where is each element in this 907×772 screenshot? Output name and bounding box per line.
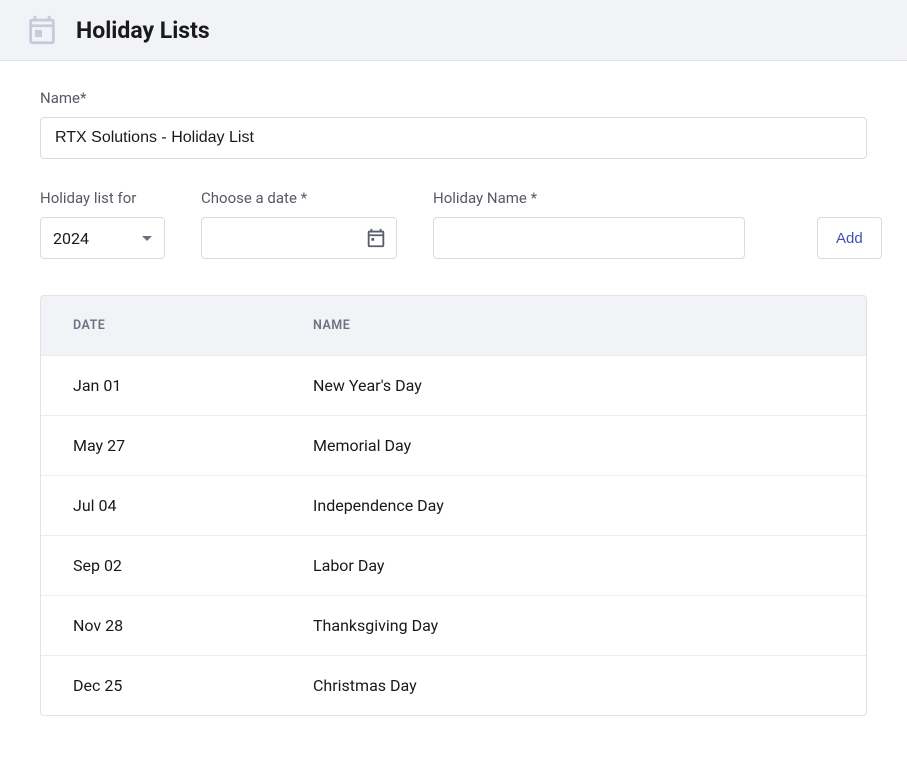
holiday-name-label: Holiday Name *	[433, 189, 745, 207]
cell-name: Christmas Day	[313, 676, 834, 695]
table-header-row: DATE NAME	[41, 296, 866, 355]
content-area: Name* Holiday list for 2024 Choose a dat…	[0, 61, 907, 744]
year-field-group: Holiday list for 2024	[40, 189, 165, 259]
calendar-icon	[24, 12, 60, 48]
name-field-group: Name*	[40, 89, 867, 159]
cell-date: Dec 25	[73, 676, 313, 695]
column-header-name: NAME	[313, 318, 834, 333]
year-value: 2024	[53, 229, 89, 248]
cell-name: Labor Day	[313, 556, 834, 575]
cell-date: Nov 28	[73, 616, 313, 635]
cell-date: Sep 02	[73, 556, 313, 575]
chevron-down-icon	[142, 236, 152, 241]
year-select[interactable]: 2024	[40, 217, 165, 259]
date-input[interactable]	[201, 217, 397, 259]
date-field-group: Choose a date *	[201, 189, 397, 259]
holiday-table: DATE NAME Jan 01New Year's DayMay 27Memo…	[40, 295, 867, 716]
cell-date: Jul 04	[73, 496, 313, 515]
name-label: Name*	[40, 89, 867, 107]
table-row: Sep 02Labor Day	[41, 535, 866, 595]
cell-name: Thanksgiving Day	[313, 616, 834, 635]
name-input[interactable]	[40, 117, 867, 159]
holiday-name-input[interactable]	[433, 217, 745, 259]
date-input-wrap	[201, 217, 397, 259]
table-row: Jan 01New Year's Day	[41, 355, 866, 415]
table-row: May 27Memorial Day	[41, 415, 866, 475]
holiday-name-field-group: Holiday Name *	[433, 189, 745, 259]
cell-name: New Year's Day	[313, 376, 834, 395]
column-header-date: DATE	[73, 318, 313, 333]
cell-date: Jan 01	[73, 376, 313, 395]
table-row: Jul 04Independence Day	[41, 475, 866, 535]
cell-date: May 27	[73, 436, 313, 455]
table-row: Dec 25Christmas Day	[41, 655, 866, 715]
form-row: Holiday list for 2024 Choose a date * Ho…	[40, 189, 867, 259]
date-label: Choose a date *	[201, 189, 397, 207]
add-button[interactable]: Add	[817, 217, 882, 259]
table-body: Jan 01New Year's DayMay 27Memorial DayJu…	[41, 355, 866, 715]
year-label: Holiday list for	[40, 189, 165, 207]
page-header: Holiday Lists	[0, 0, 907, 61]
page-title: Holiday Lists	[76, 17, 210, 44]
cell-name: Independence Day	[313, 496, 834, 515]
table-row: Nov 28Thanksgiving Day	[41, 595, 866, 655]
cell-name: Memorial Day	[313, 436, 834, 455]
